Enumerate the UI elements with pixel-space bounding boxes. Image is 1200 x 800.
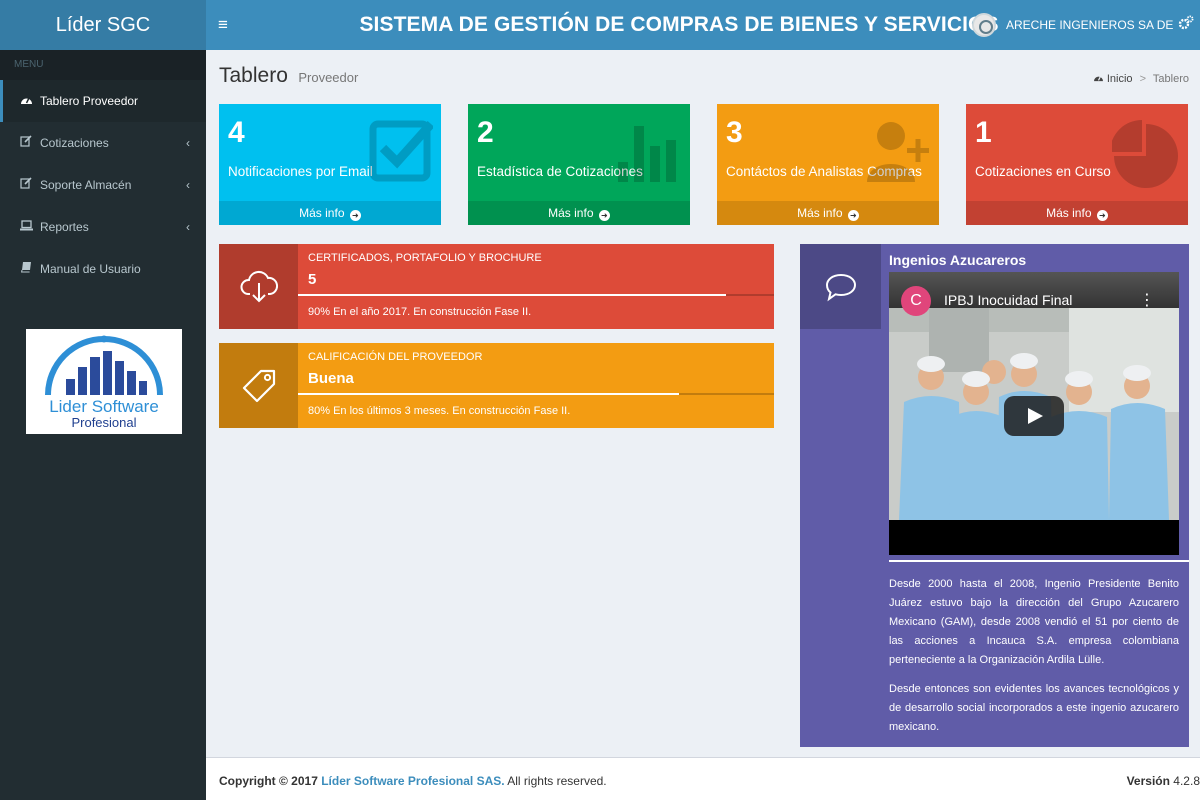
dashboard-icon [1093, 73, 1107, 85]
top-navbar: ≡ SISTEMA DE GESTIÓN DE COMPRAS DE BIENE… [206, 0, 1200, 50]
chevron-left-icon: ‹ [186, 220, 190, 234]
breadcrumb-current: Tablero [1152, 73, 1189, 85]
sidebar: MENU Tablero Proveedor Cotizaciones ‹ So… [0, 50, 206, 800]
page-title: Tablero [219, 64, 288, 87]
progress-bar [298, 393, 774, 395]
box-label: Cotizaciones en Curso [975, 164, 1111, 179]
copyright: Copyright © 2017 Líder Software Profesio… [219, 774, 607, 788]
dashboard-icon [19, 80, 33, 122]
book-icon [19, 248, 33, 290]
sidebar-item-label: Reportes [40, 220, 89, 234]
user-menu[interactable]: ARECHE INGENIEROS SA DE [972, 12, 1173, 38]
app-logo[interactable]: Líder SGC [0, 0, 206, 50]
check-square-icon [369, 118, 435, 189]
analyst-contacts-box: 3 Contáctos de Analistas Compras Más inf… [717, 104, 939, 225]
sidebar-item-manual-de-usuario[interactable]: Manual de Usuario [0, 248, 206, 290]
more-info-link[interactable]: Más info ➜ [717, 201, 939, 225]
progress-bar [298, 294, 774, 296]
bar-chart-icon [618, 118, 682, 189]
user-avatar [972, 13, 996, 37]
quotes-in-progress-box: 1 Cotizaciones en Curso Más info ➜ [966, 104, 1188, 225]
arrow-circle-right-icon: ➜ [349, 210, 361, 221]
chevron-left-icon: ‹ [186, 136, 190, 150]
sugar-mills-video-box: Ingenios Azucareros C IPBJ Inocuidad Fin… [800, 244, 1189, 747]
breadcrumb-separator: > [1139, 73, 1147, 85]
arrow-circle-right-icon: ➜ [598, 210, 610, 221]
user-plus-icon [867, 118, 931, 189]
box-label: Notificaciones por Email [228, 164, 373, 179]
cloud-download-icon [219, 244, 298, 329]
sidebar-item-reportes[interactable]: Reportes ‹ [0, 206, 206, 248]
sidebar-item-label: Cotizaciones [40, 136, 109, 150]
divider [889, 560, 1189, 562]
channel-avatar[interactable]: C [901, 286, 931, 316]
progress-fill [298, 294, 727, 296]
quote-statistics-box: 2 Estadística de Cotizaciones Más info ➜ [468, 104, 690, 225]
video-description: Desde 2000 hasta el 2008, Ingenio Presid… [889, 575, 1179, 737]
more-info-link[interactable]: Más info ➜ [219, 201, 441, 225]
page-footer: Copyright © 2017 Líder Software Profesio… [206, 757, 1200, 800]
gears-icon[interactable] [1178, 15, 1194, 36]
sidebar-item-cotizaciones[interactable]: Cotizaciones ‹ [0, 122, 206, 164]
sidebar-item-label: Soporte Almacén [40, 178, 132, 192]
notifications-email-box: 4 Notificaciones por Email Más info ➜ [219, 104, 441, 225]
content-header: Tablero Proveedor Inicio > Tablero [219, 64, 1189, 94]
description-paragraph: Desde entonces son evidentes los avances… [889, 683, 1179, 733]
svg-text:Profesional: Profesional [71, 415, 136, 430]
chevron-left-icon: ‹ [186, 178, 190, 192]
more-info-link[interactable]: Más info ➜ [468, 201, 690, 225]
page-subtitle: Proveedor [298, 70, 359, 85]
company-link[interactable]: Líder Software Profesional SAS. [321, 774, 504, 788]
user-name: ARECHE INGENIEROS SA DE [1006, 18, 1174, 32]
progress-fill [298, 393, 679, 395]
sidebar-item-soporte-almacen[interactable]: Soporte Almacén ‹ [0, 164, 206, 206]
comment-icon [800, 244, 881, 329]
more-info-link[interactable]: Más info ➜ [966, 201, 1188, 225]
pie-chart-icon [1110, 118, 1180, 193]
edit-icon [19, 164, 33, 206]
edit-icon [19, 122, 33, 164]
play-button[interactable] [1004, 396, 1064, 436]
arrow-circle-right-icon: ➜ [847, 210, 859, 221]
video-box-title: Ingenios Azucareros [889, 252, 1027, 268]
lider-software-logo: Lider Software Profesional [26, 329, 182, 434]
box-number: 3 [726, 116, 743, 149]
video-title[interactable]: IPBJ Inocuidad Final [944, 292, 1072, 308]
box-number: 1 [975, 116, 992, 149]
breadcrumb: Inicio > Tablero [1093, 73, 1189, 85]
box-number: 2 [477, 116, 494, 149]
breadcrumb-home-link[interactable]: Inicio [1107, 73, 1133, 85]
info-box-value: 5 [308, 271, 317, 288]
sidebar-item-label: Manual de Usuario [40, 262, 141, 276]
info-box-title: CERTIFICADOS, PORTAFOLIO Y BROCHURE [308, 252, 542, 264]
info-box-value: Buena [308, 370, 354, 387]
arrow-circle-right-icon: ➜ [1096, 210, 1108, 221]
version-info: Versión 4.2.8 [1126, 774, 1200, 788]
description-paragraph: Desde 2000 hasta el 2008, Ingenio Presid… [889, 578, 1179, 666]
box-number: 4 [228, 116, 245, 149]
sidebar-item-tablero-proveedor[interactable]: Tablero Proveedor [0, 80, 206, 122]
video-player[interactable]: C IPBJ Inocuidad Final ⋮ [889, 272, 1179, 555]
sidebar-menu-header: MENU [0, 50, 206, 80]
info-box-description: 80% En los últimos 3 meses. En construcc… [308, 405, 571, 417]
supplier-rating-info-box: CALIFICACIÓN DEL PROVEEDOR Buena 80% En … [219, 343, 774, 428]
svg-text:Lider Software: Lider Software [49, 397, 159, 416]
laptop-icon [19, 206, 33, 248]
certificates-info-box: CERTIFICADOS, PORTAFOLIO Y BROCHURE 5 90… [219, 244, 774, 329]
tag-icon [219, 343, 298, 428]
info-box-description: 90% En el año 2017. En construcción Fase… [308, 306, 532, 318]
info-box-title: CALIFICACIÓN DEL PROVEEDOR [308, 351, 483, 363]
sidebar-item-label: Tablero Proveedor [40, 94, 139, 108]
more-vert-icon[interactable]: ⋮ [1139, 290, 1155, 310]
